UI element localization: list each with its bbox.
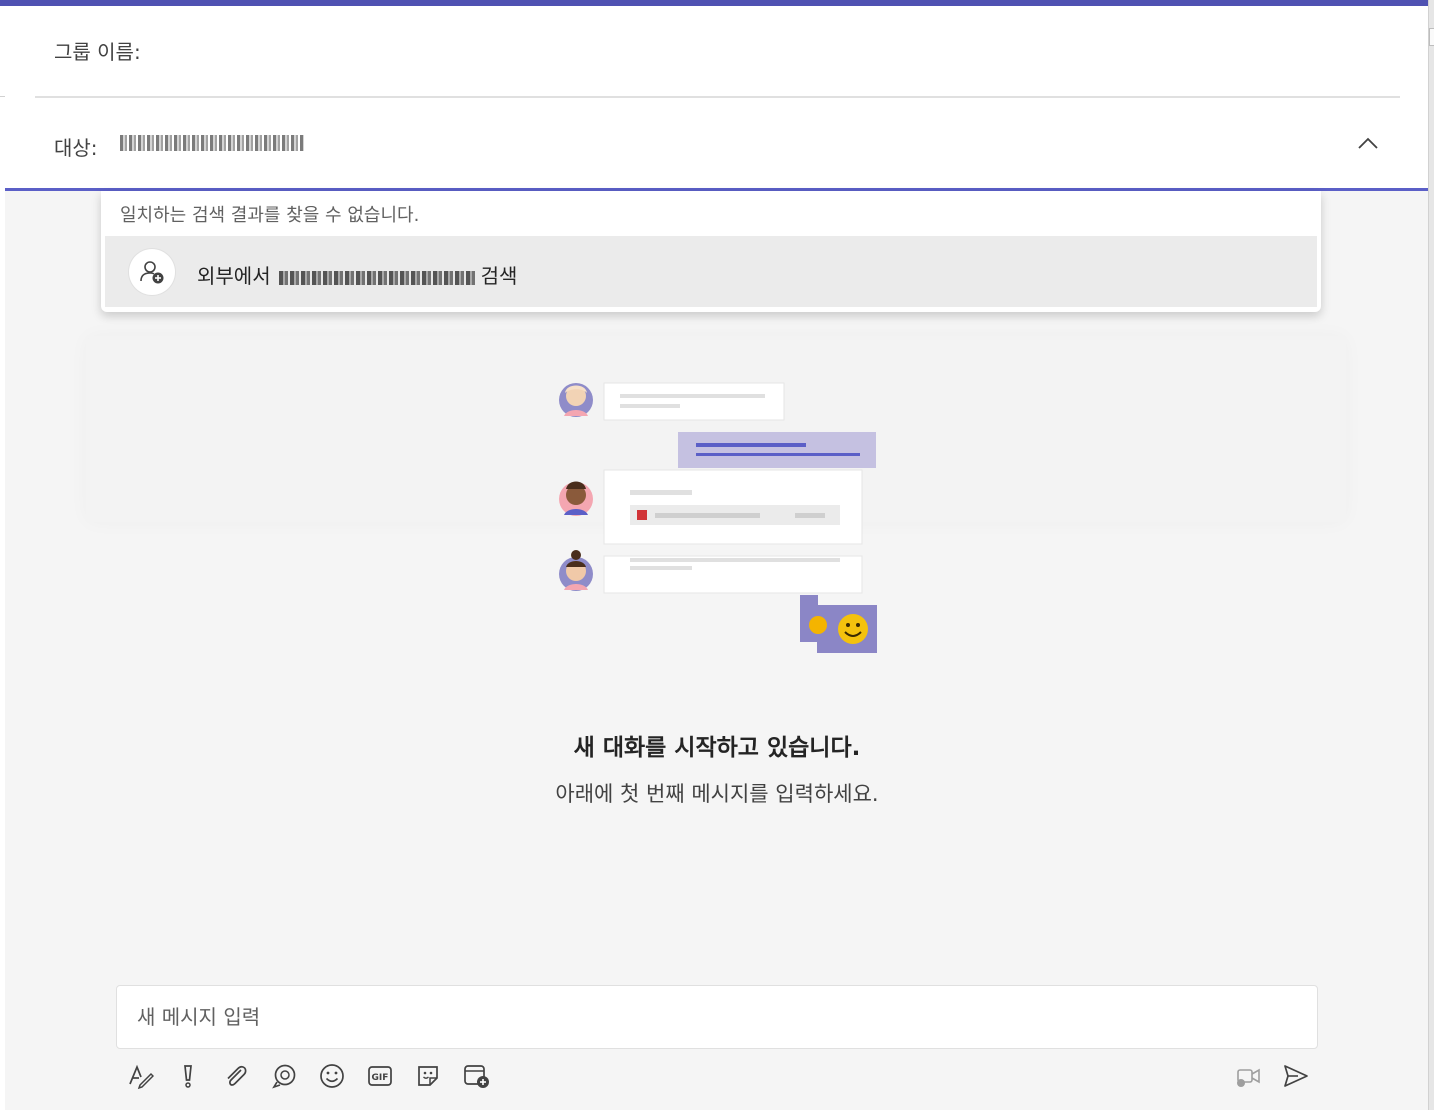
important-icon[interactable] xyxy=(174,1062,202,1090)
schedule-meeting-icon[interactable] xyxy=(462,1062,490,1090)
loop-icon[interactable] xyxy=(270,1062,298,1090)
video-clip-icon[interactable] xyxy=(1234,1062,1262,1090)
group-name-label[interactable]: 그룹 이름: xyxy=(54,36,141,65)
sticker-icon[interactable] xyxy=(414,1062,442,1090)
chevron-up-icon[interactable] xyxy=(1357,136,1379,150)
message-input[interactable] xyxy=(117,986,1317,1048)
empty-state-subtitle: 아래에 첫 번째 메시지를 입력하세요. xyxy=(555,782,879,806)
search-externally-option[interactable]: 외부에서 검색 xyxy=(105,236,1317,307)
to-label: 대상: xyxy=(54,136,98,160)
conversation-illustration xyxy=(559,382,877,653)
right-edge xyxy=(1428,0,1434,1110)
search-query-redacted xyxy=(278,270,475,285)
empty-state-title: 새 대화를 시작하고 있습니다. xyxy=(573,735,861,761)
send-icon[interactable] xyxy=(1282,1062,1310,1090)
search-prefix: 외부에서 xyxy=(197,264,271,288)
header-divider xyxy=(35,96,1400,98)
gif-icon[interactable]: GIF xyxy=(366,1062,394,1090)
avatar-illustration-2 xyxy=(559,481,593,516)
emoji-icon[interactable] xyxy=(318,1062,346,1090)
avatar-illustration-1 xyxy=(559,383,593,417)
search-externally-text: 외부에서 검색 xyxy=(197,260,517,289)
attach-icon[interactable] xyxy=(222,1062,250,1090)
message-compose-box xyxy=(116,985,1318,1049)
format-icon[interactable] xyxy=(126,1062,155,1090)
people-search-dropdown: 일치하는 검색 결과를 찾을 수 없습니다. 외부에서 검색 xyxy=(101,191,1321,312)
svg-text:GIF: GIF xyxy=(372,1073,389,1083)
no-results-message: 일치하는 검색 결과를 찾을 수 없습니다. xyxy=(120,205,420,226)
avatar-illustration-3 xyxy=(559,550,593,591)
search-suffix: 검색 xyxy=(480,264,518,288)
add-person-icon xyxy=(129,249,175,295)
new-chat-header: 그룹 이름: 대상: xyxy=(5,6,1428,190)
right-edge-tab xyxy=(1429,28,1434,46)
recipient-input-value-redacted[interactable] xyxy=(120,135,304,151)
